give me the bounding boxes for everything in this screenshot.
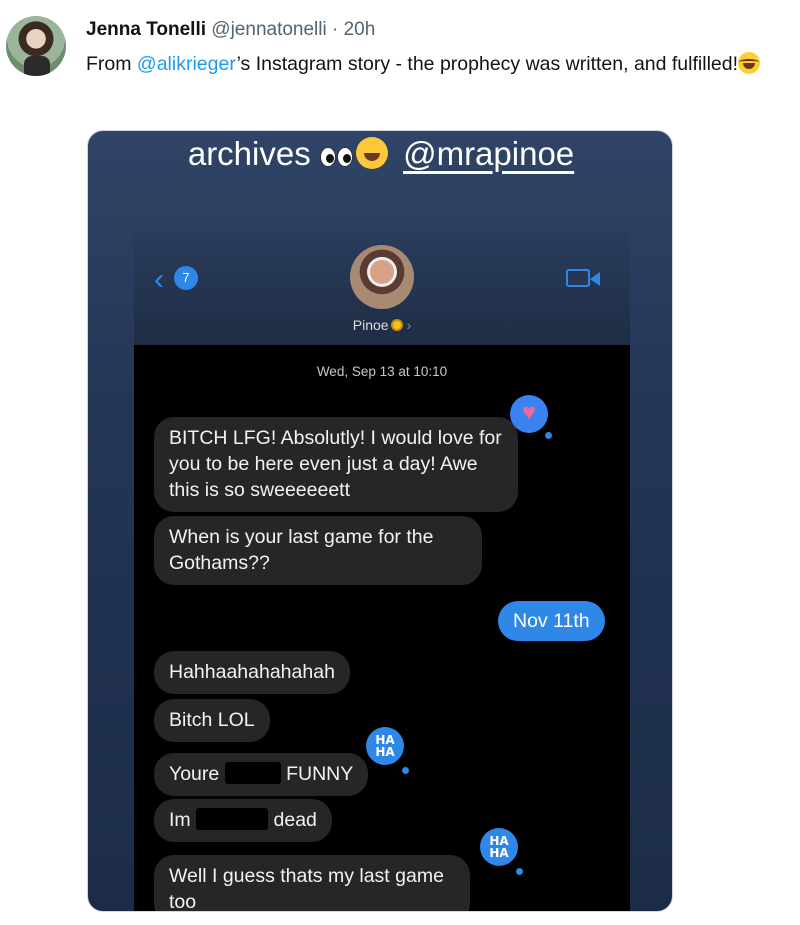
story-caption-mention: @mrapinoe (403, 135, 575, 172)
tweet-mention-link[interactable]: @alikrieger (137, 53, 237, 75)
haha-tapback-icon: HA HA (480, 828, 518, 866)
author-avatar[interactable] (6, 16, 66, 76)
video-call-icon (566, 269, 600, 287)
chevron-right-icon: › (406, 317, 412, 333)
eyes-emoji-icon (319, 147, 336, 167)
message-timestamp: Wed, Sep 13 at 10:10 (316, 364, 448, 379)
haha-tapback-icon: HA HA (366, 727, 404, 765)
message-bubble: Bitch LOL (154, 699, 270, 742)
tweet: Jenna Tonelli @jennatonelli · 20h From @… (0, 0, 800, 925)
message-bubble: Hahhaahahahahah (154, 651, 350, 694)
sunflower-emoji-icon (390, 319, 403, 331)
laughing-emoji-icon (738, 52, 761, 74)
message-text: Nov 11th (513, 610, 590, 632)
eyes-emoji-icon (336, 147, 353, 167)
contact-avatar (350, 245, 414, 309)
message-text: dead (273, 809, 317, 831)
conversation-header: ‹ 7 Pinoe › (134, 231, 630, 345)
message-text: When is your last game for the Gothams?? (169, 526, 434, 574)
haha-label: HA (375, 745, 395, 759)
tweet-text: From @alikrieger’s Instagram story - the… (86, 50, 791, 79)
message-text: BITCH LFG! Absolutly! I would love for y… (169, 427, 502, 501)
imessage-screenshot: ‹ 7 Pinoe › Wed, Sep 13 at 10:10 BITCH LF… (134, 231, 630, 912)
author-handle[interactable]: @jennatonelli (211, 19, 326, 40)
message-bubble: Youre FUNNY (154, 753, 369, 796)
message-bubble: Im dead (154, 799, 332, 842)
tapback-tail-dot (545, 432, 552, 439)
unread-count-badge: 7 (174, 266, 198, 290)
message-bubble: BITCH LFG! Absolutly! I would love for y… (154, 417, 518, 512)
haha-label: HA (489, 846, 509, 860)
message-text: Youre (169, 763, 220, 785)
tweet-text-prefix: From (86, 53, 137, 75)
tweet-time[interactable]: 20h (344, 19, 376, 40)
story-caption-word: archives (187, 135, 311, 172)
message-text: FUNNY (286, 763, 354, 785)
author-name[interactable]: Jenna Tonelli (86, 19, 206, 40)
header-separator: · (332, 19, 339, 40)
message-text: Bitch LOL (169, 709, 255, 731)
tweet-header: Jenna Tonelli @jennatonelli · 20h (86, 18, 375, 42)
back-chevron-icon: ‹ (154, 263, 164, 296)
tapback-tail-dot (402, 767, 409, 774)
message-text: Hahhaahahahahah (169, 661, 335, 683)
message-text: Im (169, 809, 191, 831)
message-bubble: When is your last game for the Gothams?? (154, 516, 482, 585)
message-text: Well I guess thats my last game too (169, 865, 444, 912)
tapback-tail-dot (516, 868, 523, 875)
message-bubble: Well I guess thats my last game too (154, 855, 470, 912)
contact-name: Pinoe (352, 317, 389, 333)
story-caption: archives @mrapinoe (88, 133, 672, 175)
tweet-text-suffix: ’s Instagram story - the prophecy was wr… (236, 53, 739, 75)
redaction-mark (224, 762, 281, 784)
message-bubble-outgoing: Nov 11th (498, 601, 605, 641)
redaction-mark (196, 808, 269, 830)
contact-name-row: Pinoe › (134, 317, 630, 333)
laughing-emoji-icon (355, 137, 388, 169)
tweet-media-image[interactable]: archives @mrapinoe ‹ 7 Pinoe › Wed, Sep 1… (87, 130, 673, 912)
heart-tapback-icon (510, 395, 548, 433)
